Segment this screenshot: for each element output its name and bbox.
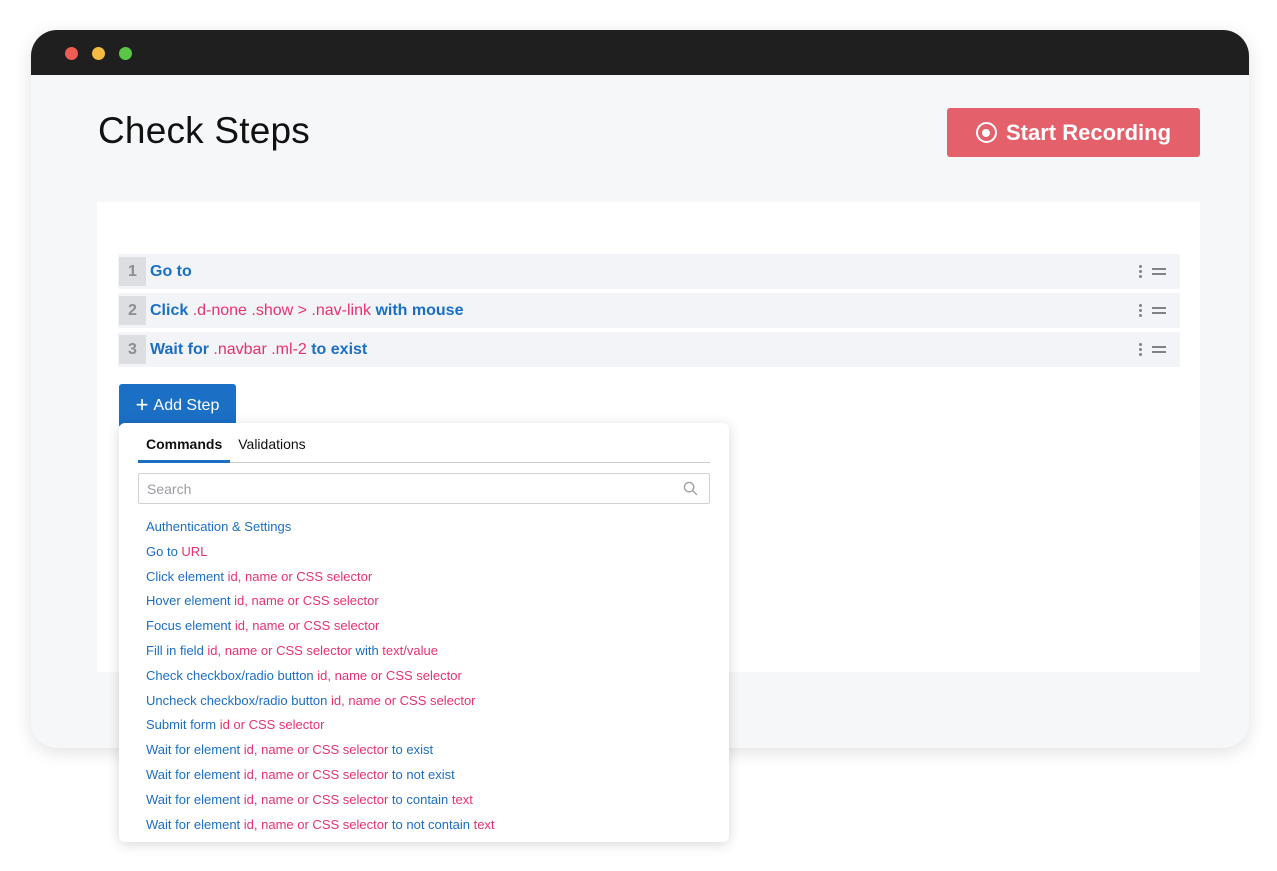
record-icon [975, 122, 997, 143]
add-step-label: Add Step [153, 397, 220, 414]
command-parameter: id, name or CSS selector [234, 593, 379, 609]
command-item[interactable]: Uncheck checkbox/radio button id, name o… [146, 689, 495, 714]
command-list: Authentication & Settings Go to URL Click … [146, 515, 495, 837]
step-selector: .navbar .ml-2 [213, 340, 307, 358]
search-icon[interactable] [683, 481, 698, 496]
command-text: to exist [388, 742, 434, 758]
kebab-menu-icon[interactable] [1139, 304, 1142, 317]
step-selector: .d-none .show > .nav-link [192, 301, 372, 319]
command-item[interactable]: Wait for element id, name or CSS selecto… [146, 788, 495, 813]
page-title: Check Steps [98, 110, 310, 151]
command-text: Submit form [146, 717, 220, 733]
drag-handle-icon[interactable] [1152, 268, 1166, 275]
step-command: to exist [306, 340, 368, 358]
command-item[interactable]: Focus element id, name or CSS selector [146, 614, 495, 639]
command-text: Check checkbox/radio button [146, 667, 318, 683]
step-command: Wait for [150, 340, 214, 358]
maximize-window-dot[interactable] [119, 47, 132, 60]
command-text: Hover element [146, 593, 235, 609]
step-actions [1139, 293, 1166, 328]
command-text: Go to [146, 543, 182, 559]
step-number: 1 [119, 257, 146, 286]
step-actions [1139, 254, 1166, 289]
command-text: Click element [146, 568, 228, 584]
command-text: Wait for element [146, 791, 244, 807]
step-description: Click .d-none .show > .nav-link with mou… [150, 302, 463, 320]
command-parameter: id or CSS selector [219, 717, 325, 733]
command-item[interactable]: Wait for element id, name or CSS selecto… [146, 763, 495, 788]
kebab-menu-icon[interactable] [1139, 343, 1142, 356]
command-text: to not contain [388, 816, 474, 832]
command-parameter: id, name or CSS selector [243, 742, 389, 758]
command-search-box [138, 473, 710, 504]
command-parameter: id, name or CSS selector [234, 618, 380, 634]
step-description: Wait for .navbar .ml-2 to exist [150, 341, 367, 359]
add-step-button[interactable]: + Add Step [119, 384, 236, 428]
command-item[interactable]: Hover element id, name or CSS selector [146, 589, 495, 614]
command-parameter: text [473, 816, 495, 832]
window-titlebar [31, 30, 1249, 75]
command-parameter: id, name or CSS selector [243, 791, 389, 807]
start-recording-button[interactable]: Start Recording [947, 108, 1200, 157]
command-parameter: id, name or CSS selector [243, 816, 389, 832]
tab-commands[interactable]: Commands [138, 423, 231, 463]
command-item[interactable]: Check checkbox/radio button id, name or … [146, 664, 495, 689]
start-recording-label: Start Recording [1005, 119, 1172, 145]
command-search-input[interactable] [147, 480, 667, 497]
command-item[interactable]: Wait for element id, name or CSS selecto… [146, 738, 495, 763]
step-command: with mouse [371, 301, 464, 319]
drag-handle-icon[interactable] [1152, 307, 1166, 314]
command-item[interactable]: Go to URL [146, 540, 495, 565]
plus-icon: + [135, 392, 149, 417]
step-actions [1139, 332, 1166, 367]
command-text: to contain [388, 791, 452, 807]
command-item[interactable]: Click element id, name or CSS selector [146, 565, 495, 590]
command-text: with [351, 642, 383, 658]
command-parameter: id, name or CSS selector [331, 692, 476, 708]
command-parameter: text/value [382, 642, 438, 658]
close-window-dot[interactable] [65, 47, 78, 60]
command-text: Wait for element [146, 816, 244, 832]
command-text: Wait for element [146, 766, 244, 782]
minimize-window-dot[interactable] [92, 47, 105, 60]
step-row[interactable]: 1 Go to [118, 254, 1180, 289]
command-parameter: URL [181, 543, 208, 559]
command-parameter: id, name or CSS selector [227, 568, 373, 584]
command-item[interactable]: Wait for element id, name or CSS selecto… [146, 813, 495, 838]
command-text: Authentication & Settings [146, 519, 292, 534]
step-command: Click [150, 301, 193, 319]
step-row[interactable]: 2 Click .d-none .show > .nav-link with mo… [118, 293, 1180, 328]
command-parameter: text [451, 791, 473, 807]
step-row[interactable]: 3 Wait for .navbar .ml-2 to exist [118, 332, 1180, 367]
step-description: Go to [150, 263, 192, 281]
command-picker-dropdown: Commands Validations Authentication & Se… [119, 423, 729, 842]
command-text: to not exist [388, 766, 455, 782]
command-parameter: id, name or CSS selector [207, 642, 352, 658]
kebab-menu-icon[interactable] [1139, 265, 1142, 278]
step-number: 3 [119, 335, 146, 364]
command-text: Fill in field [146, 642, 208, 658]
command-item[interactable]: Fill in field id, name or CSS selector w… [146, 639, 495, 664]
tab-validations[interactable]: Validations [230, 423, 313, 463]
drag-handle-icon[interactable] [1152, 346, 1166, 353]
command-parameter: id, name or CSS selector [317, 667, 462, 683]
command-item[interactable]: Authentication & Settings [146, 515, 495, 540]
command-text: Focus element [146, 618, 235, 634]
command-item[interactable]: Submit form id or CSS selector [146, 713, 495, 738]
step-command: Go to [150, 262, 192, 280]
command-text: Wait for element [146, 742, 244, 758]
command-parameter: id, name or CSS selector [243, 766, 389, 782]
command-tabs: Commands Validations [138, 423, 710, 463]
command-text: Uncheck checkbox/radio button [146, 692, 331, 708]
step-number: 2 [119, 296, 146, 325]
